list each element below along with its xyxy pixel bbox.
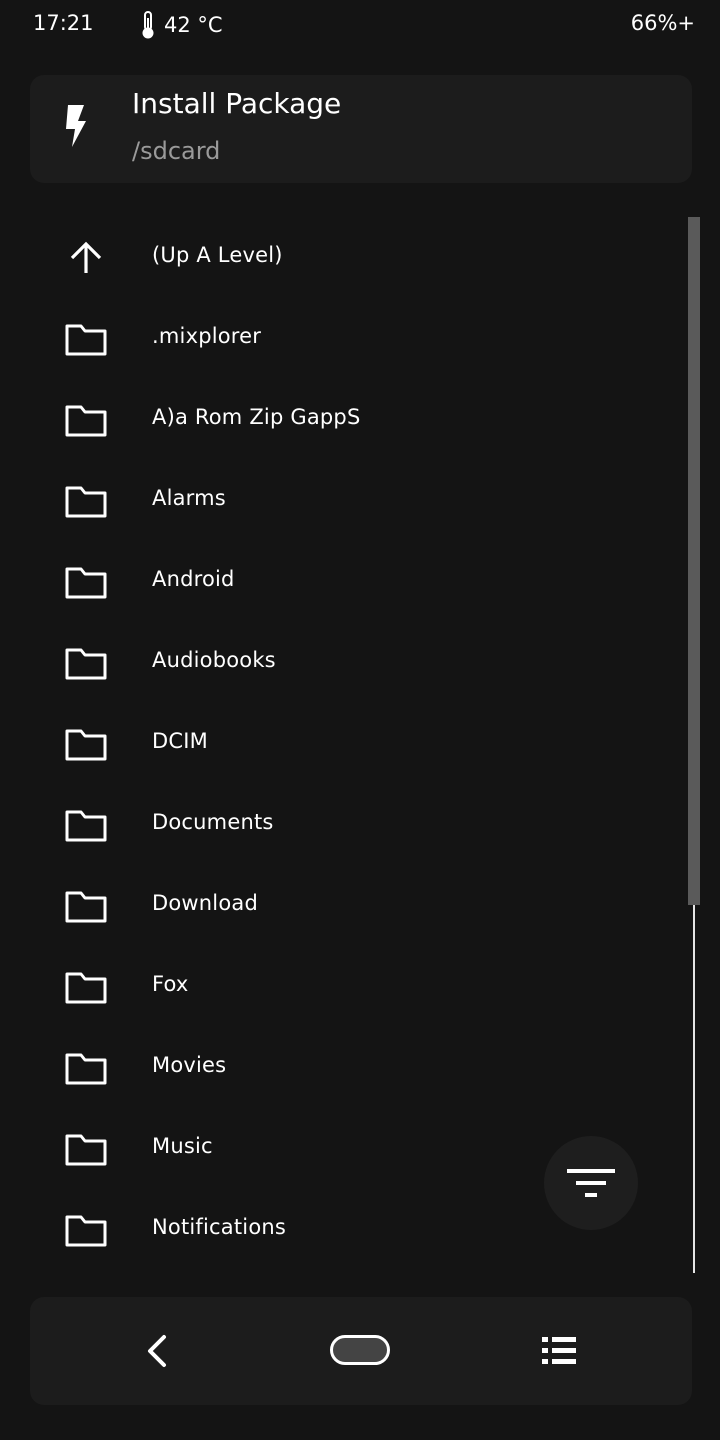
list-item-label: Fox bbox=[152, 972, 189, 996]
temperature-value: 42 °C bbox=[164, 13, 223, 37]
folder-icon bbox=[65, 561, 107, 603]
list-item[interactable]: Fox bbox=[0, 946, 680, 1027]
filter-icon bbox=[567, 1169, 615, 1197]
arrow-up-icon bbox=[65, 237, 107, 279]
thermometer-icon bbox=[142, 11, 154, 39]
list-item-label: Movies bbox=[152, 1053, 227, 1077]
filter-button[interactable] bbox=[544, 1136, 638, 1230]
list-item-label: .mixplorer bbox=[152, 324, 262, 348]
list-menu-icon[interactable] bbox=[542, 1335, 578, 1367]
folder-icon bbox=[65, 804, 107, 846]
list-item[interactable]: Audiobooks bbox=[0, 622, 680, 703]
list-item-label: A)a Rom Zip GappS bbox=[152, 405, 361, 429]
list-item-up-level[interactable]: (Up A Level) bbox=[0, 217, 680, 298]
list-item-label: DCIM bbox=[152, 729, 208, 753]
status-bar: 17:21 42 °C 66%+ bbox=[0, 0, 720, 52]
folder-icon bbox=[65, 723, 107, 765]
list-item-label: (Up A Level) bbox=[152, 243, 283, 267]
flash-icon bbox=[66, 105, 86, 147]
list-item[interactable]: Android bbox=[0, 541, 680, 622]
list-item-label: Notifications bbox=[152, 1215, 287, 1239]
folder-icon bbox=[65, 318, 107, 360]
list-item[interactable]: Download bbox=[0, 865, 680, 946]
folder-icon bbox=[65, 399, 107, 441]
folder-icon bbox=[65, 1128, 107, 1170]
list-item-label: Download bbox=[152, 891, 258, 915]
file-list[interactable]: (Up A Level) .mixplorer A)a Rom Zip Gapp… bbox=[0, 217, 680, 1273]
list-item[interactable]: .mixplorer bbox=[0, 298, 680, 379]
scrollbar-thumb[interactable] bbox=[688, 217, 700, 905]
list-item-label: Documents bbox=[152, 810, 274, 834]
list-item-label: Music bbox=[152, 1134, 213, 1158]
list-item-label: Audiobooks bbox=[152, 648, 276, 672]
list-item[interactable]: DCIM bbox=[0, 703, 680, 784]
folder-icon bbox=[65, 1047, 107, 1089]
battery-level: 66%+ bbox=[630, 11, 695, 35]
home-pill-icon[interactable] bbox=[330, 1335, 390, 1365]
folder-icon bbox=[65, 885, 107, 927]
folder-icon bbox=[65, 480, 107, 522]
current-path: /sdcard bbox=[132, 137, 221, 165]
back-chevron-icon[interactable] bbox=[138, 1331, 178, 1371]
page-title: Install Package bbox=[132, 87, 342, 120]
folder-icon bbox=[65, 966, 107, 1008]
bottom-nav-bar bbox=[30, 1297, 692, 1405]
folder-icon bbox=[65, 642, 107, 684]
status-temperature: 42 °C bbox=[140, 10, 223, 40]
status-time: 17:21 bbox=[33, 11, 94, 35]
list-item-label: Android bbox=[152, 567, 235, 591]
folder-icon bbox=[65, 1209, 107, 1251]
header-card: Install Package /sdcard bbox=[30, 75, 692, 183]
list-item[interactable]: Movies bbox=[0, 1027, 680, 1108]
list-item[interactable]: Documents bbox=[0, 784, 680, 865]
list-item[interactable]: A)a Rom Zip GappS bbox=[0, 379, 680, 460]
list-item[interactable]: Alarms bbox=[0, 460, 680, 541]
list-item-label: Alarms bbox=[152, 486, 226, 510]
